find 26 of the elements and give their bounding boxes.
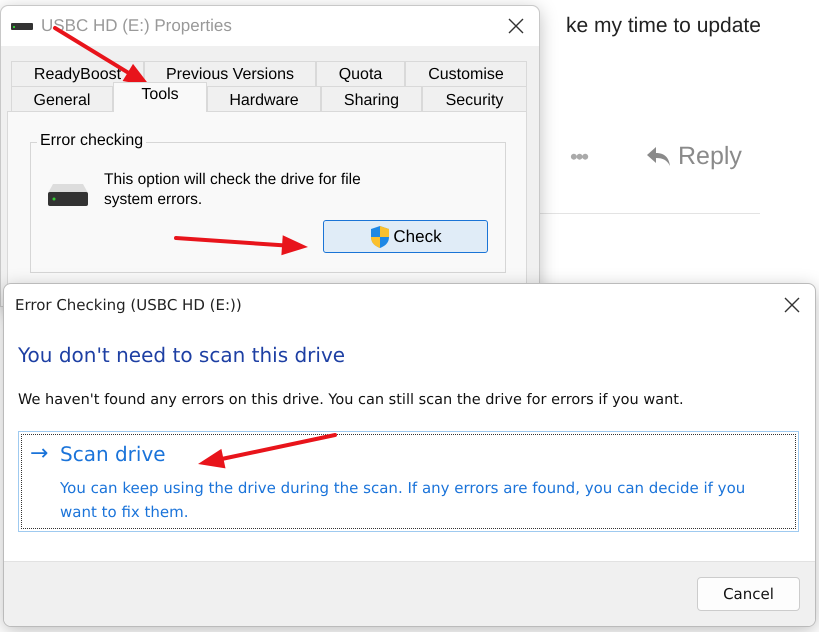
group-title: Error checking — [37, 132, 146, 150]
option-description: You can keep using the drive during the scan. If any errors are found, you can decide if you want to fix them. — [60, 478, 746, 522]
post-text: ke my time to update — [566, 14, 761, 38]
tab[interactable]: Hardware — [207, 86, 321, 112]
tab[interactable]: Security — [422, 86, 527, 112]
scan-drive-option[interactable]: → Scan drive You can keep using the drive during the scan. If any errors are found, you can decide if you want to fix them. — [18, 431, 799, 532]
close-icon — [784, 297, 800, 313]
reply-icon — [646, 146, 672, 168]
drive-icon — [47, 183, 89, 207]
check-button[interactable]: Check — [323, 220, 488, 253]
dialog-message: We haven't found any errors on this drive. You can still scan the drive for errors if you want. — [18, 392, 685, 408]
description-text: This option will check the drive for file system errors. — [104, 170, 362, 210]
cancel-button[interactable]: Cancel — [697, 577, 800, 611]
shield-icon — [369, 224, 392, 248]
arrow-glyph: → — [30, 441, 50, 468]
dialog-heading: You don't need to scan this drive — [18, 343, 346, 367]
tab[interactable]: Sharing — [321, 86, 422, 112]
dialog-title: Error Checking (USBC HD (E:)) — [15, 296, 242, 314]
tab[interactable]: Customise — [405, 61, 527, 86]
drive-icon — [11, 22, 33, 30]
tab[interactable]: General — [11, 86, 113, 112]
tab[interactable]: Previous Versions — [144, 61, 316, 86]
tab[interactable]: Quota — [316, 61, 405, 86]
close-icon — [508, 18, 524, 34]
option-title: Scan drive — [60, 441, 166, 468]
tab[interactable]: Tools — [113, 82, 207, 112]
